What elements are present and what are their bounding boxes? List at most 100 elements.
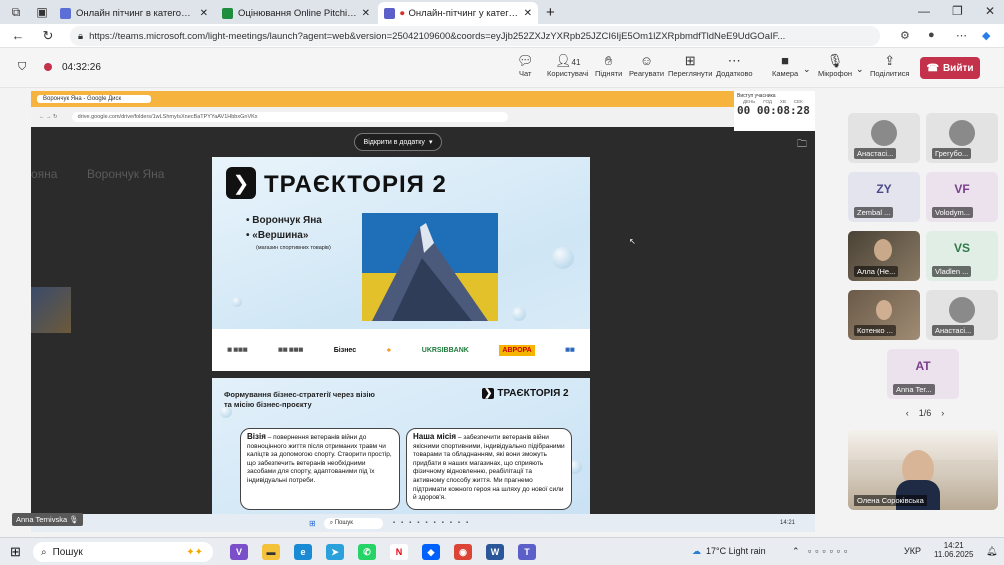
share-button[interactable]: ⇪ Поділитися [870, 52, 909, 78]
participant-tile[interactable]: VF Volodym... [926, 172, 998, 222]
chrome-icon[interactable]: ◉ [454, 544, 472, 560]
speaker-video-tile[interactable]: Олена Сороківська [848, 430, 998, 510]
participant-tile[interactable]: AT Anna Ter... [887, 349, 959, 399]
trajectory-logo-icon: ❯ [226, 167, 256, 199]
open-in-app-button[interactable]: Відкрити в додатку ▾ [354, 133, 442, 151]
close-window-icon[interactable]: ✕ [985, 4, 995, 18]
search-icon: ⌕ [41, 546, 47, 558]
participant-video-tile[interactable]: Алла (Не... [848, 231, 920, 281]
participant-tile[interactable]: ZY Zembal ... [848, 172, 920, 222]
netflix-icon[interactable]: N [390, 544, 408, 560]
browser-tab-2[interactable]: Оцінювання Online Pitching - Go... ✕ [216, 2, 376, 24]
word-icon[interactable]: W [486, 544, 504, 560]
clock-time: 14:21 [943, 541, 964, 550]
tray-icons[interactable]: ▫▫▫▫▫▫ [808, 546, 851, 556]
url-field[interactable]: 🔒︎ https://teams.microsoft.com/light-mee… [70, 26, 880, 46]
tab-actions-icon[interactable]: ▣ [32, 2, 52, 22]
participant-tile[interactable]: Анастасі... [926, 290, 998, 340]
address-bar-row: ← ↻ 🔒︎ https://teams.microsoft.com/light… [0, 24, 1004, 48]
edge-icon[interactable]: e [294, 544, 312, 560]
language-indicator[interactable]: УКР [904, 546, 921, 556]
more-menu-icon[interactable]: ⋯ [956, 29, 967, 42]
meeting-timer: 04:32:26 [62, 62, 101, 73]
folder-icon[interactable]: 🗀︎ [797, 137, 807, 154]
dropbox-icon[interactable]: ◆ [422, 544, 440, 560]
file-explorer-icon[interactable]: ▬ [262, 544, 280, 560]
next-page-icon[interactable]: › [941, 408, 944, 418]
shared-start-icon: ⊞ [309, 518, 316, 528]
view-button[interactable]: ⊞ Переглянути [668, 52, 712, 78]
partner-logos: ▦ ▦▦▦ ▦▦ ▦▦▦ Бізнес ●● UKRSIBBANK АВРОРА… [212, 329, 590, 371]
sharer-name: Anna Ternivska [16, 515, 68, 524]
close-tab-icon[interactable]: ✕ [362, 8, 370, 19]
slide-brand-title: ТРАЄКТОРІЯ 2 [264, 171, 447, 198]
bullet-name: Ворончук Яна [252, 215, 322, 226]
vision-card: Візія – повернення ветеранів війни до по… [240, 428, 400, 510]
mic-muted-icon: 🎙︎ [69, 515, 79, 524]
mic-muted-icon: 🎙︎ [826, 53, 844, 68]
extensions-icon[interactable]: ⚙ [900, 29, 910, 42]
slide-bullets: • Ворончук Яна • «Вершина» [246, 215, 322, 241]
browser-tab-3[interactable]: ⏺ Онлайн-пітчинг у категорі... ✕ [378, 2, 538, 24]
recording-dot-icon [44, 63, 52, 71]
clock[interactable]: 14:21 11.06.2025 [934, 541, 973, 559]
teams-favicon-icon [384, 7, 395, 19]
notifications-icon[interactable]: 🔔︎ [986, 546, 997, 557]
workspaces-icon[interactable]: ⧉ [6, 2, 26, 22]
close-tab-icon[interactable]: ✕ [200, 8, 208, 19]
taskbar-search[interactable]: ⌕ Пошук ✦✦ [33, 542, 213, 562]
people-button[interactable]: 👤︎41 Користувачі [547, 52, 588, 78]
participant-video-tile[interactable]: Котенко ... [848, 290, 920, 340]
ellipsis-icon: ⋯ [727, 53, 741, 68]
timer-value: 00 00:08:28 [737, 104, 810, 117]
participant-name: Алла (Не... [854, 266, 899, 277]
participant-name: Анастасі... [932, 325, 975, 336]
profile-avatar[interactable]: ● [928, 29, 935, 41]
participant-name: Volodym... [932, 207, 974, 218]
teams-icon[interactable]: T [518, 544, 536, 560]
chat-icon: 💬︎ [517, 53, 534, 68]
shared-tab-title: Ворончук Яна - Google Диск [37, 95, 152, 103]
more-button[interactable]: ⋯ Додатково [716, 52, 753, 78]
tab-title: Онлайн-пітчинг у категорі... [408, 7, 520, 19]
tab-title: Онлайн пітчинг в категорії «По... [76, 7, 196, 19]
camera-options-chevron-icon[interactable]: ⌄ [803, 64, 811, 75]
leave-button[interactable]: ☎ Вийти [920, 57, 980, 79]
participant-tile[interactable]: Грегубо... [926, 113, 998, 163]
new-tab-icon[interactable]: + [546, 4, 555, 21]
participant-initials: VF [954, 182, 970, 196]
telegram-icon[interactable]: ➤ [326, 544, 344, 560]
refresh-icon[interactable]: ↻ [36, 28, 60, 44]
prev-page-icon[interactable]: ‹ [906, 408, 909, 418]
weather-text[interactable]: 17°C Light rain [706, 546, 766, 556]
show-hidden-icons[interactable]: ⌃ [792, 546, 800, 557]
start-icon[interactable]: ⊞ [10, 544, 21, 560]
copilot-icon[interactable]: ◆ [982, 29, 990, 42]
whatsapp-icon[interactable]: ✆ [358, 544, 376, 560]
camera-label: Камера [772, 69, 799, 78]
ghost-text: Ворончук Яна [87, 167, 165, 181]
site-info-icon[interactable]: 🔒︎ [78, 31, 83, 42]
raise-label: Підняти [595, 69, 623, 78]
shared-screen[interactable]: Ворончук Яна - Google Диск ← → ↻ drive.g… [31, 91, 815, 514]
react-button[interactable]: ☺ Реагувати [629, 52, 664, 78]
restore-icon[interactable]: ❐ [952, 4, 963, 18]
viber-icon[interactable]: V [230, 544, 248, 560]
back-icon[interactable]: ← [6, 28, 30, 43]
chat-button[interactable]: 💬︎ Чат [517, 52, 534, 78]
mic-button[interactable]: 🎙︎ Мікрофон [818, 52, 852, 78]
close-tab-icon[interactable]: ✕ [524, 8, 532, 19]
camera-icon: ■ [781, 53, 790, 68]
ghost-thumbnail [31, 287, 71, 333]
mic-options-chevron-icon[interactable]: ⌄ [856, 64, 864, 75]
participant-tile[interactable]: VS Vladlen ... [926, 231, 998, 281]
open-in-app-label: Відкрити в додатку [363, 138, 425, 146]
minimize-icon[interactable]: — [918, 4, 930, 18]
participant-initials: ZY [876, 182, 892, 196]
camera-button[interactable]: ■ Камера [772, 52, 798, 78]
browser-tab-1[interactable]: Онлайн пітчинг в категорії «По... ✕ [54, 2, 214, 24]
participant-tile[interactable]: Анастасі... [848, 113, 920, 163]
raise-hand-button[interactable]: ✋︎ Підняти [595, 52, 622, 78]
shared-search: ⌕ Пошук [323, 517, 383, 529]
logo-text: Бізнес [333, 346, 357, 354]
